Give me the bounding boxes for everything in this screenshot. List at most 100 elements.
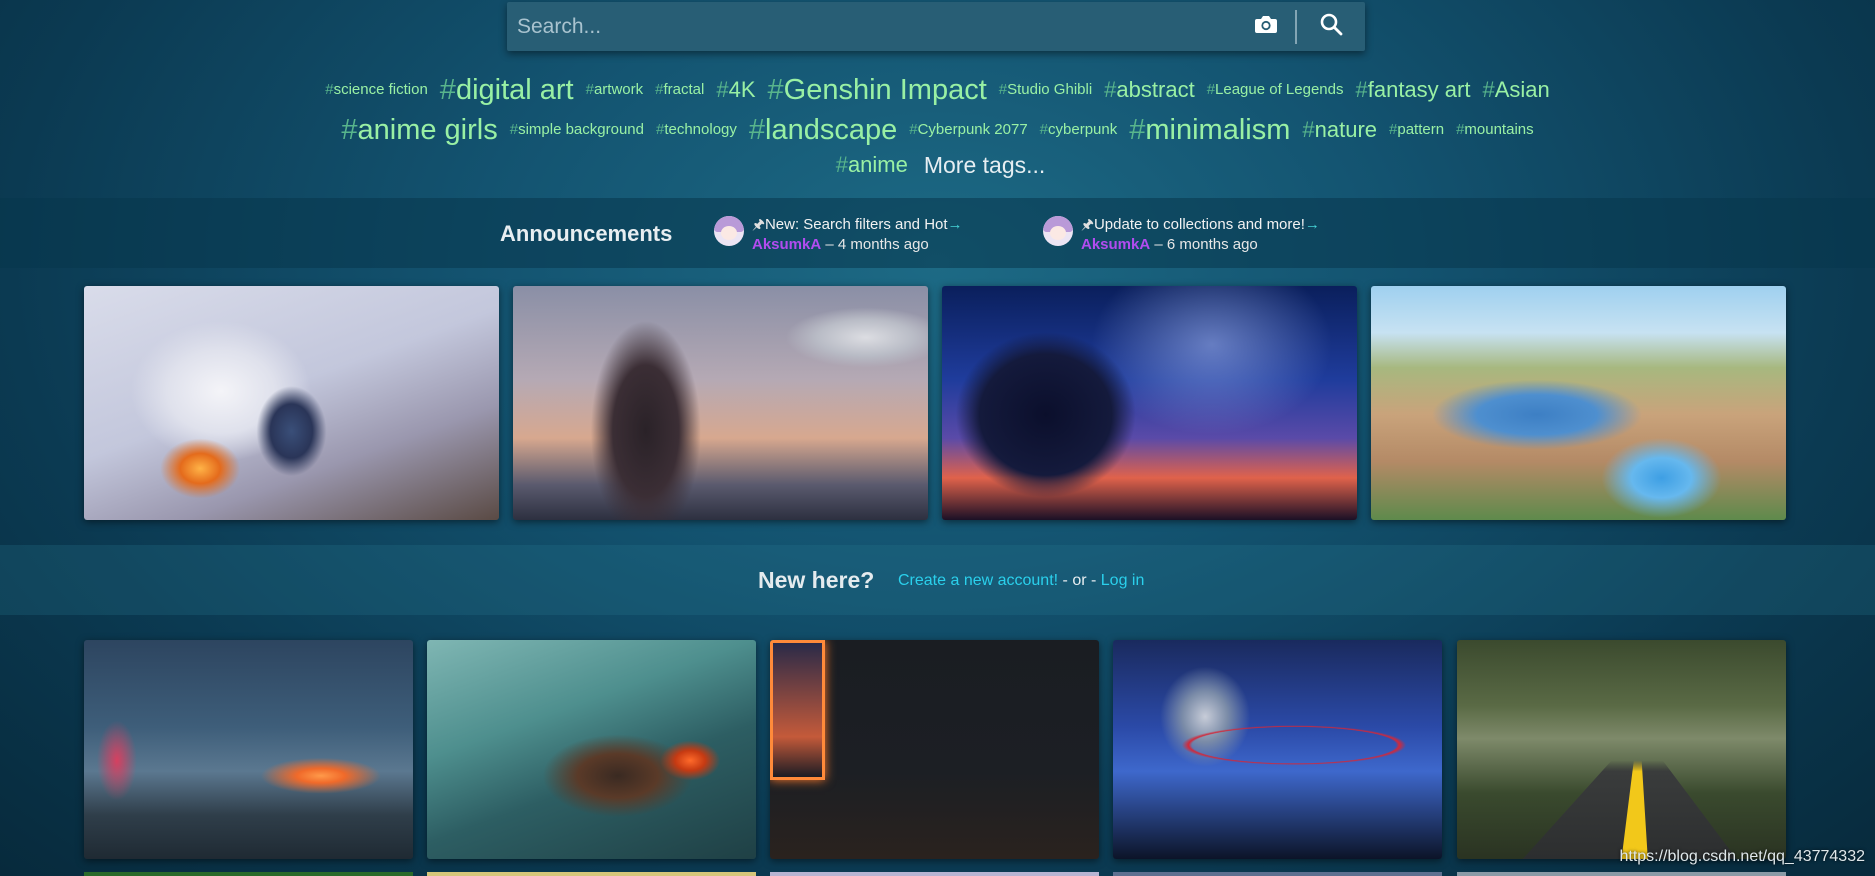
announcement-title[interactable]: Update to collections and more! [1094,216,1305,233]
hash-symbol: # [748,114,766,146]
hash-symbol: # [998,81,1008,98]
wallpaper-thumbnail[interactable] [427,872,756,876]
wallpaper-thumbnail[interactable] [1371,286,1786,520]
tag-link[interactable]: #Cyberpunk 2077 [909,121,1027,138]
wallpaper-thumbnail[interactable] [770,872,1099,876]
tag-label: fractal [663,81,705,98]
hash-symbol: # [509,121,519,138]
wallpaper-thumbnail[interactable] [427,640,756,859]
tag-link[interactable]: #fantasy art [1355,77,1470,102]
wallpaper-thumbnail[interactable] [1113,872,1442,876]
tag-link[interactable]: #artwork [586,81,644,98]
hash-symbol: # [1206,81,1216,98]
pin-icon: 🖈 [1081,216,1094,232]
announcement-time: – 6 months ago [1154,236,1258,253]
tag-label: fantasy art [1367,77,1471,102]
magnifier-icon [1319,12,1343,41]
tag-label: 4K [728,77,756,102]
hash-symbol: # [439,74,456,106]
tag-link[interactable]: #4K [716,77,755,102]
tag-label: anime girls [357,114,498,146]
search-button[interactable] [1297,2,1365,51]
or-separator: - or - [1058,572,1101,589]
tag-label: minimalism [1145,114,1291,146]
tag-label: Cyberpunk 2077 [917,121,1028,138]
tag-cloud: #science fiction #digital art #artwork #fra… [0,70,1875,180]
tag-label: nature [1314,117,1378,142]
tag-label: science fiction [333,81,428,98]
tag-link[interactable]: #Asian [1482,77,1549,102]
hash-symbol: # [1039,121,1049,138]
search-input[interactable] [507,2,1237,51]
tag-label: mountains [1464,121,1534,138]
search-bar [507,2,1365,51]
author-avatar [1043,216,1073,246]
hash-symbol: # [1104,77,1117,102]
announcement-title[interactable]: New: Search filters and Hot [765,216,948,233]
tag-label: technology [664,121,737,138]
more-tags-link[interactable]: More tags... [924,152,1045,178]
announcements-bar: Announcements 🖈New: Search filters and H… [0,198,1875,268]
tag-label: Genshin Impact [783,74,987,106]
wallpaper-thumbnail[interactable] [1457,872,1786,876]
tag-link[interactable]: #technology [656,121,737,138]
tag-link[interactable]: #landscape [749,114,897,146]
tag-link[interactable]: #Studio Ghibli [999,81,1092,98]
hash-symbol: # [585,81,594,98]
author-link[interactable]: AksumkA [752,236,821,253]
tag-link[interactable]: #cyberpunk [1040,121,1118,138]
hash-symbol: # [835,152,848,177]
tag-line: #science fiction #digital art #artwork #fra… [0,70,1875,110]
hash-symbol: # [325,81,334,98]
wallpaper-thumbnail[interactable] [84,872,413,876]
announcement-item[interactable]: 🖈Update to collections and more!→ Aksumk… [1043,214,1320,254]
tag-link[interactable]: #mountains [1456,121,1534,138]
hash-symbol: # [1302,117,1315,142]
tag-link[interactable]: #digital art [440,74,574,106]
hash-symbol: # [1482,77,1495,102]
tag-link[interactable]: #nature [1302,117,1377,142]
author-link[interactable]: AksumkA [1081,236,1150,253]
tag-label: Studio Ghibli [1007,81,1093,98]
arrow-right-icon: → [947,216,963,233]
new-here-band: New here? Create a new account! - or - L… [0,545,1875,615]
wallpaper-thumbnail[interactable] [513,286,928,520]
tag-link[interactable]: #simple background [510,121,644,138]
create-account-link[interactable]: Create a new account! [898,572,1058,589]
tag-link[interactable]: #Genshin Impact [768,74,987,106]
wallpaper-thumbnail[interactable] [942,286,1357,520]
author-avatar [714,216,744,246]
hash-symbol: # [341,114,358,146]
tag-label: cyberpunk [1048,121,1118,138]
wallpaper-thumbnail[interactable] [770,640,1099,859]
wallpaper-thumbnail[interactable] [1113,640,1442,859]
announcement-time: – 4 months ago [825,236,929,253]
tag-link[interactable]: #fractal [655,81,704,98]
login-link[interactable]: Log in [1101,572,1145,589]
tag-link[interactable]: #League of Legends [1207,81,1344,98]
watermark-text: https://blog.csdn.net/qq_43774332 [1619,848,1865,865]
tag-line: #anime girls #simple background #technolog… [0,110,1875,150]
hash-symbol: # [909,121,918,138]
tag-label: landscape [765,114,898,146]
tag-link[interactable]: #anime [836,152,908,177]
tag-link[interactable]: #science fiction [325,81,428,98]
announcement-item[interactable]: 🖈New: Search filters and Hot→ AksumkA – … [714,214,963,254]
hash-symbol: # [1355,77,1368,102]
wallpaper-thumbnail[interactable] [84,640,413,859]
tag-label: digital art [455,74,574,106]
wallpaper-thumbnail[interactable] [84,286,499,520]
tag-label: Asian [1494,77,1550,102]
tag-label: anime [847,152,908,177]
hash-symbol: # [1129,114,1146,146]
wallpaper-thumbnail[interactable] [1457,640,1786,859]
reverse-image-search-button[interactable] [1237,2,1295,51]
camera-icon [1254,14,1278,39]
tag-label: simple background [518,121,644,138]
arrow-right-icon: → [1304,216,1320,233]
tag-link[interactable]: #pattern [1389,121,1444,138]
tag-label: abstract [1116,77,1195,102]
tag-link[interactable]: #abstract [1104,77,1195,102]
tag-link[interactable]: #minimalism [1129,114,1290,146]
tag-link[interactable]: #anime girls [341,114,497,146]
